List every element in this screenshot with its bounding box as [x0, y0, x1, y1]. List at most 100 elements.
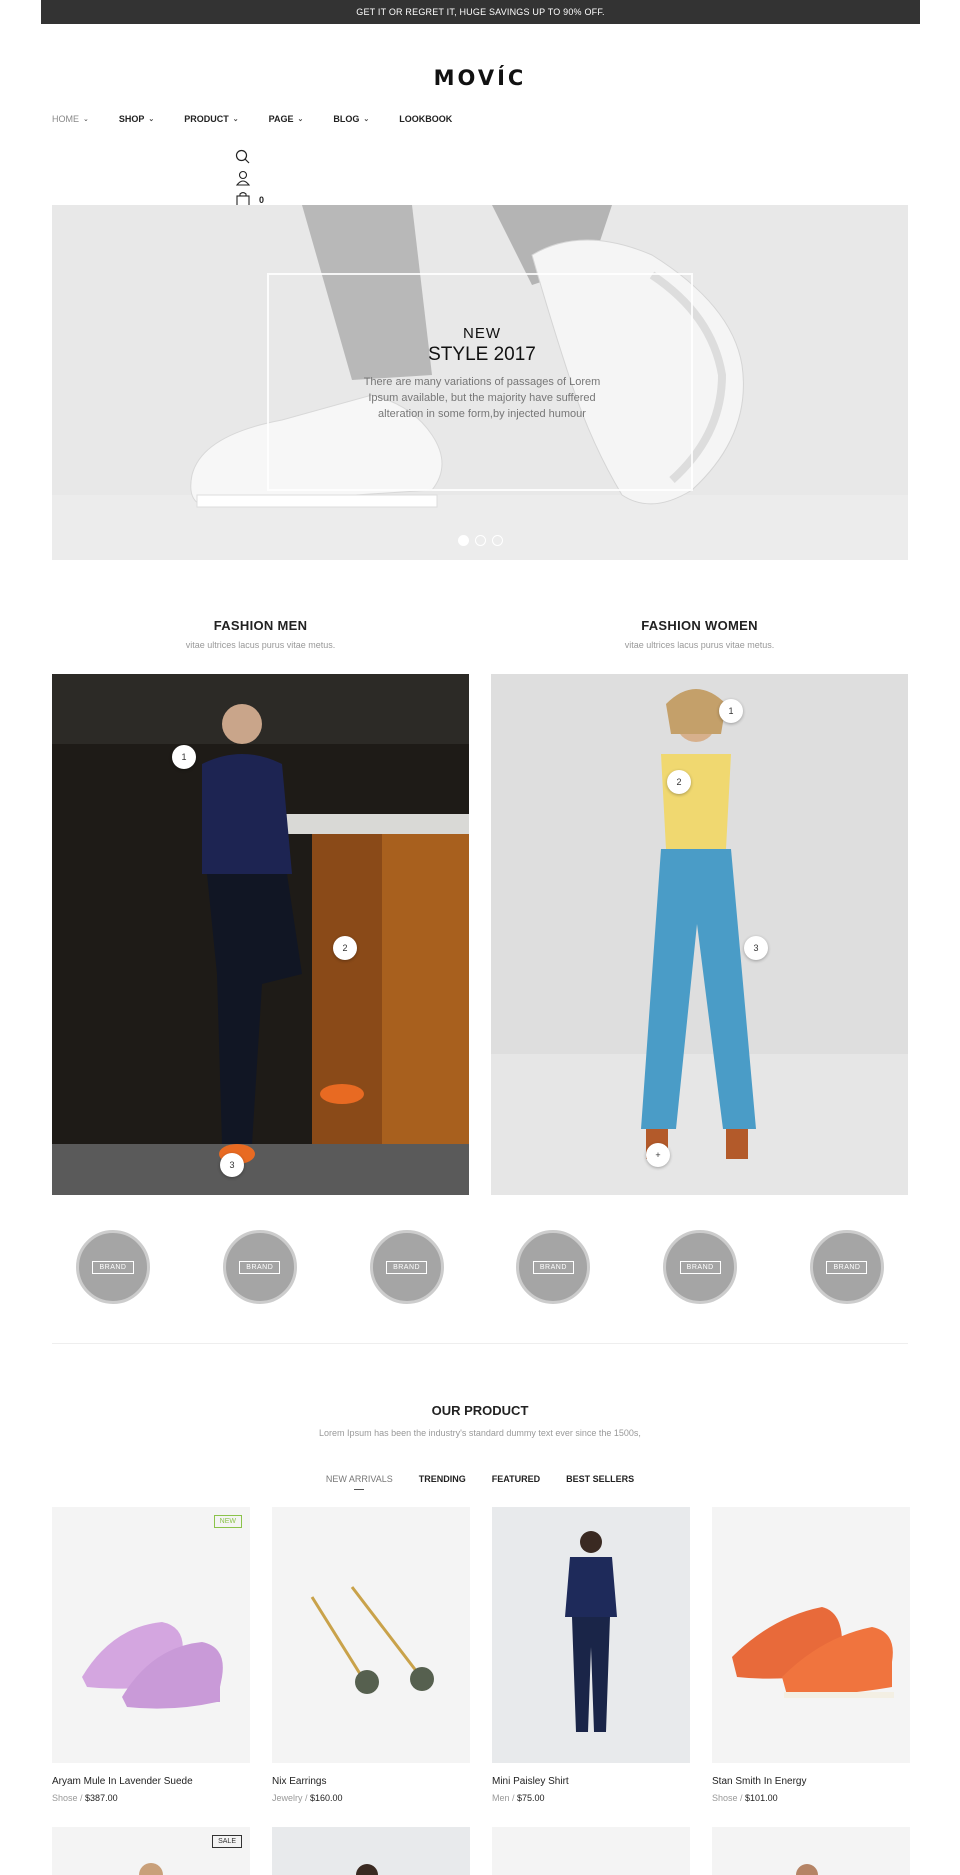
product-image[interactable] [712, 1827, 910, 1875]
fashion-men-title: FASHION MEN [213, 618, 308, 633]
nav-label: HOME [52, 114, 79, 124]
product-name[interactable]: Stan Smith In Energy [712, 1776, 910, 1787]
brand-logo[interactable]: BRAND [369, 1230, 444, 1304]
nav-item-blog[interactable]: BLOG ⌄ [333, 114, 369, 124]
nav-item-product[interactable]: PRODUCT ⌄ [184, 114, 238, 124]
hotspot-pin[interactable]: 1 [719, 699, 743, 723]
product-card[interactable]: NEW Aryam Mule In Lavender Suede Shose /… [52, 1507, 250, 1803]
product-category[interactable]: Men [492, 1793, 510, 1803]
brand-label: BRAND [239, 1260, 281, 1274]
product-name[interactable]: Nix Earrings [272, 1776, 470, 1787]
user-icon[interactable] [234, 169, 252, 187]
new-badge: NEW [213, 1515, 242, 1528]
brand-label: BRAND [92, 1260, 134, 1274]
nav-item-page[interactable]: PAGE ⌄ [269, 114, 304, 124]
hotspot-pin[interactable]: 3 [220, 1153, 244, 1177]
product-name[interactable]: Mini Paisley Shirt [492, 1776, 690, 1787]
product-image[interactable] [492, 1827, 690, 1875]
product-card[interactable]: Stan Smith In Energy Shose / $101.00 [712, 1507, 910, 1803]
tab-best-sellers[interactable]: BEST SELLERS [566, 1474, 634, 1490]
nav-label: PRODUCT [184, 114, 229, 124]
tab-featured[interactable]: FEATURED [492, 1474, 540, 1490]
nav-item-shop[interactable]: SHOP ⌄ [119, 114, 154, 124]
product-price: $387.00 [85, 1793, 118, 1803]
product-image[interactable] [712, 1507, 910, 1763]
product-image[interactable]: SALE [52, 1827, 250, 1875]
section-divider [52, 1343, 908, 1344]
model-image [796, 1864, 818, 1875]
announcement-text: GET IT OR REGRET IT, HUGE SAVINGS UP TO … [356, 7, 605, 17]
product-image[interactable] [272, 1827, 470, 1875]
slider-dot[interactable] [475, 535, 486, 546]
hero-caption: NEW STYLE 2017 There are many variations… [352, 325, 612, 422]
brand-logo[interactable]: BRAND [663, 1230, 738, 1304]
product-name[interactable]: Aryam Mule In Lavender Suede [52, 1776, 250, 1787]
hero-slider[interactable]: NEW STYLE 2017 There are many variations… [52, 205, 908, 560]
fashion-men-image[interactable]: 1 2 3 [52, 674, 469, 1195]
nav-label: LOOKBOOK [399, 114, 453, 124]
men-photo [52, 674, 469, 1195]
tab-trending[interactable]: TRENDING [419, 1474, 466, 1490]
brand-logo[interactable]: BRAND [809, 1230, 884, 1304]
brand-label: BRAND [386, 1260, 428, 1274]
product-price: $101.00 [745, 1793, 778, 1803]
sneakers-image [732, 1607, 894, 1698]
product-category[interactable]: Shose [52, 1793, 78, 1803]
chevron-down-icon: ⌄ [232, 116, 239, 123]
brand-logo[interactable]: BRAND [516, 1230, 591, 1304]
chevron-down-icon: ⌄ [148, 116, 155, 123]
fashion-women-image[interactable]: 1 2 3 + [491, 674, 908, 1195]
product-card[interactable]: Mini Paisley Shirt Men / $75.00 [492, 1507, 690, 1803]
site-logo[interactable]: MOVÍC [0, 66, 960, 90]
shirt-model-image [565, 1531, 617, 1732]
hotspot-add-pin[interactable]: + [646, 1143, 670, 1167]
nav-label: PAGE [268, 114, 294, 124]
brand-label: BRAND [679, 1260, 721, 1274]
hero-kicker: NEW [463, 325, 501, 342]
cart-count: 0 [259, 195, 265, 205]
slider-dots [458, 535, 503, 546]
header-icons: 0 [234, 148, 274, 211]
slider-dot[interactable] [492, 535, 503, 546]
nav-label: BLOG [333, 114, 360, 124]
nav-item-lookbook[interactable]: LOOKBOOK [399, 114, 452, 124]
product-image[interactable] [492, 1507, 690, 1763]
product-meta: Jewelry / $160.00 [272, 1793, 343, 1803]
hotspot-pin[interactable]: 3 [744, 936, 768, 960]
brand-label: BRAND [826, 1260, 868, 1274]
brand-label: BRAND [532, 1260, 574, 1274]
fashion-women-subtitle: vitae ultrices lacus purus vitae metus. [624, 640, 775, 650]
mule-shoes-image [82, 1622, 223, 1709]
sale-badge: SALE [212, 1835, 242, 1848]
product-meta: Men / $75.00 [492, 1793, 545, 1803]
nav-label: SHOP [118, 114, 145, 124]
brand-logos: BRAND BRAND BRAND BRAND BRAND BRAND [52, 1230, 908, 1304]
fashion-women-title: FASHION WOMEN [641, 618, 758, 633]
our-product-title: OUR PRODUCT [431, 1403, 529, 1418]
hotspot-pin[interactable]: 2 [667, 770, 691, 794]
chevron-down-icon: ⌄ [363, 116, 370, 123]
nav-item-home[interactable]: HOME ⌄ [52, 114, 89, 124]
product-meta: Shose / $101.00 [712, 1793, 778, 1803]
brand-logo[interactable]: BRAND [222, 1230, 297, 1304]
tab-new-arrivals[interactable]: NEW ARRIVALS [326, 1474, 393, 1490]
hotspot-pin[interactable]: 1 [172, 745, 196, 769]
product-meta: Shose / $387.00 [52, 1793, 118, 1803]
product-category[interactable]: Jewelry [272, 1793, 303, 1803]
slider-dot[interactable] [458, 535, 469, 546]
product-card[interactable]: Nix Earrings Jewelry / $160.00 [272, 1507, 470, 1803]
chevron-down-icon: ⌄ [297, 116, 304, 123]
main-nav: HOME ⌄ SHOP ⌄ PRODUCT ⌄ PAGE ⌄ BLOG ⌄ LOOKBOO… [52, 114, 482, 124]
product-image[interactable] [272, 1507, 470, 1763]
search-icon[interactable] [234, 148, 252, 166]
women-photo [491, 674, 908, 1195]
brand-logo[interactable]: BRAND [76, 1230, 150, 1304]
hero-title: STYLE 2017 [428, 344, 536, 365]
announcement-bar: GET IT OR REGRET IT, HUGE SAVINGS UP TO … [41, 0, 920, 24]
hotspot-pin[interactable]: 2 [333, 936, 357, 960]
product-price: $160.00 [310, 1793, 343, 1803]
product-image[interactable]: NEW [52, 1507, 250, 1763]
product-category[interactable]: Shose [712, 1793, 738, 1803]
fashion-men-subtitle: vitae ultrices lacus purus vitae metus. [185, 640, 336, 650]
hero-description: There are many variations of passages of… [363, 376, 601, 420]
